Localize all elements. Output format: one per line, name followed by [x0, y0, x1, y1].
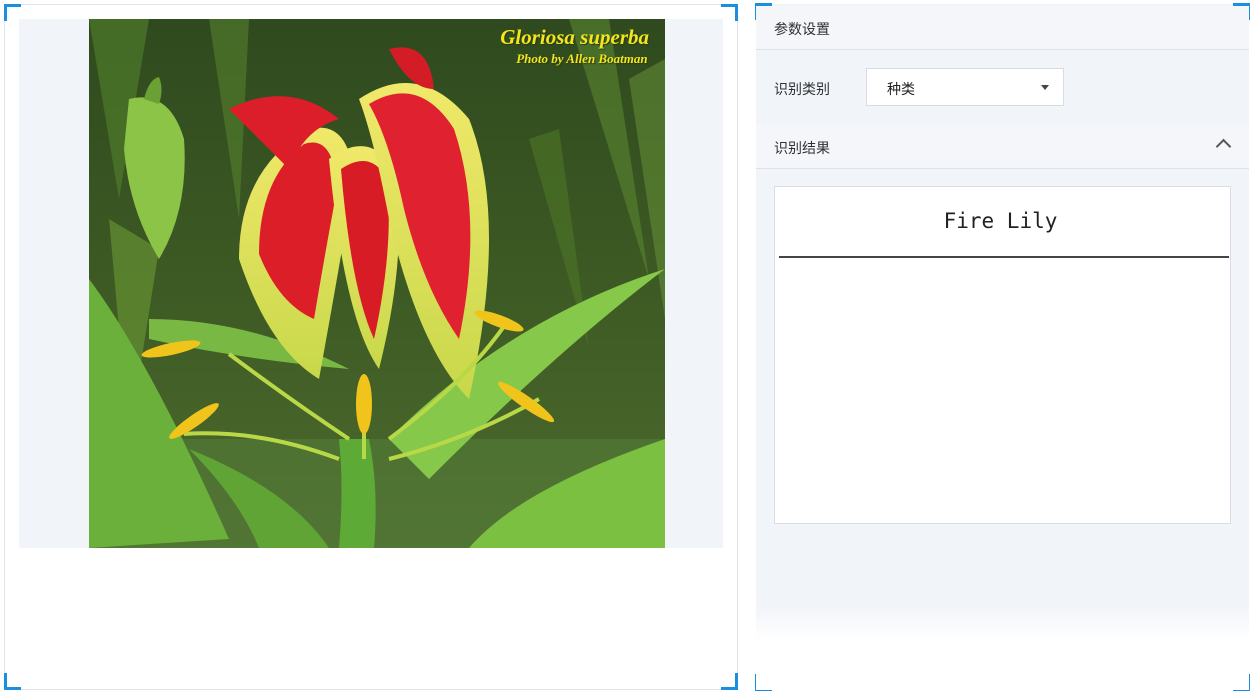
- corner-marker-bottom-right: [721, 673, 738, 690]
- category-select-value: 种类: [887, 81, 915, 97]
- results-section-title: 识别结果: [774, 140, 830, 156]
- settings-panel: 参数设置 识别类别 种类 识别结果 Fire Lily: [755, 3, 1250, 691]
- flower-photo: Gloriosa superba Photo by Allen Boatman: [89, 19, 665, 548]
- settings-section-header: 参数设置: [756, 6, 1249, 50]
- image-preview-panel: Gloriosa superba Photo by Allen Boatman: [4, 4, 738, 690]
- settings-section-title: 参数设置: [774, 21, 830, 37]
- category-select[interactable]: 种类: [866, 68, 1064, 106]
- result-card: Fire Lily: [774, 186, 1231, 524]
- panel-bottom-area: [756, 606, 1249, 690]
- image-area: Gloriosa superba Photo by Allen Boatman: [19, 19, 723, 548]
- category-label: 识别类别: [774, 81, 830, 97]
- results-section-header[interactable]: 识别结果: [756, 125, 1249, 169]
- corner-marker-bottom-left: [4, 673, 21, 690]
- photo-caption-credit: Photo by Allen Boatman: [516, 51, 648, 66]
- chevron-up-icon[interactable]: [1215, 138, 1232, 155]
- category-param-row: 识别类别 种类: [756, 50, 1249, 125]
- photo-caption: Gloriosa superba Photo by Allen Boatman: [500, 25, 649, 67]
- result-divider: [779, 256, 1229, 258]
- corner-marker-top-right: [721, 4, 738, 21]
- photo-caption-title: Gloriosa superba: [500, 25, 649, 49]
- caret-down-icon: [1041, 85, 1049, 90]
- result-name: Fire Lily: [943, 209, 1058, 233]
